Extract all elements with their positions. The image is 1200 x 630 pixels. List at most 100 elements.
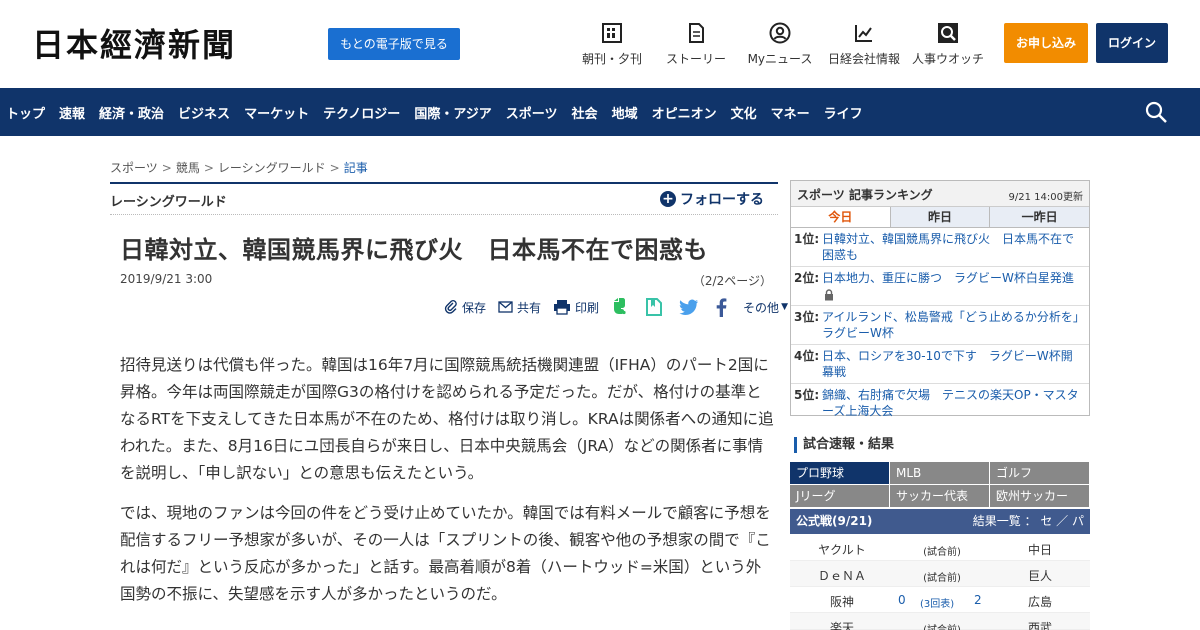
- game-row[interactable]: 阪神 0 (3回表) 2 広島: [790, 587, 1090, 613]
- tab-mlb[interactable]: MLB: [890, 462, 989, 484]
- article-headline: 日韓対立、韓国競馬界に飛び火 日本馬不在で困惑も: [120, 236, 708, 264]
- game-status: (試合前): [923, 547, 961, 558]
- game-row[interactable]: ヤクルト (試合前) 中日: [790, 535, 1090, 561]
- games-tabs: プロ野球 MLB ゴルフ Jリーグ サッカー代表 欧州サッカー: [790, 462, 1090, 508]
- breadcrumb: スポーツ > 競馬 > レーシングワールド > 記事: [110, 159, 368, 176]
- search-icon[interactable]: [1144, 100, 1168, 124]
- follow-button[interactable]: + フォローする: [660, 189, 764, 209]
- ranking-link[interactable]: アイルランド、松島警戒「どう止めるか分析を」 ラグビーW杯: [822, 310, 1091, 340]
- main-nav: トップ 速報 経済・政治 ビジネス マーケット テクノロジー 国際・アジア スポ…: [0, 88, 1200, 136]
- results-list-link[interactable]: 結果一覧 ： セ ／ パ: [973, 509, 1084, 534]
- nav-item-life[interactable]: ライフ: [824, 103, 863, 122]
- paper-version-button[interactable]: もとの電子版で見る: [328, 28, 460, 60]
- breadcrumb-item[interactable]: レーシングワールド: [218, 161, 326, 175]
- nav-item-sports[interactable]: スポーツ: [506, 103, 558, 122]
- home-score: 0: [898, 593, 906, 607]
- breadcrumb-item[interactable]: スポーツ: [110, 161, 158, 175]
- games-bar: 公式戦(9/21) 結果一覧 ： セ ／ パ: [790, 509, 1090, 534]
- home-team: ヤクルト: [818, 543, 866, 557]
- nav-item-regional[interactable]: 地域: [612, 103, 638, 122]
- tool-label: ストーリー: [665, 52, 726, 66]
- away-team: 広島: [1027, 595, 1052, 609]
- nav-item-culture[interactable]: 文化: [731, 103, 757, 122]
- ranking-item[interactable]: 4位: 日本、ロシアを30-10で下す ラグビーW杯開幕戦: [791, 345, 1089, 384]
- home-team: 阪神: [829, 595, 854, 609]
- share-button[interactable]: 共有: [498, 299, 541, 316]
- more-label: その他: [743, 300, 780, 315]
- share-toolbar: 保存 共有 印刷 その他 ▼: [444, 296, 800, 318]
- game-row[interactable]: 楽天 (試合前) 西武: [790, 613, 1090, 630]
- tool-my-news[interactable]: Myニュース: [744, 22, 816, 67]
- home-team: ＤｅＮＡ: [817, 569, 866, 583]
- ranking-item[interactable]: 1位: 日韓対立、韓国競馬界に飛び火 日本馬不在で困惑も: [791, 228, 1089, 267]
- ranking-item[interactable]: 3位: アイルランド、松島警戒「どう止めるか分析を」 ラグビーW杯: [791, 306, 1091, 345]
- section-title[interactable]: レーシングワールド: [110, 191, 227, 210]
- bookmark-button[interactable]: [645, 297, 667, 317]
- away-team: 中日: [1027, 543, 1052, 557]
- nav-item-economy-politics[interactable]: 経済・政治: [99, 103, 164, 122]
- more-share-button[interactable]: その他 ▼: [743, 299, 788, 316]
- chart-icon: [855, 25, 872, 42]
- ranking-link[interactable]: 日本、ロシアを30-10で下す ラグビーW杯開幕戦: [822, 349, 1073, 379]
- away-score: 2: [974, 593, 982, 607]
- tab-pro-baseball[interactable]: プロ野球: [790, 462, 889, 484]
- nav-item-technology[interactable]: テクノロジー: [323, 103, 400, 122]
- away-team: 西武: [1027, 621, 1052, 630]
- ranking-item[interactable]: 5位: 錦織、右肘痛で欠場 テニスの楽天OP・マスターズ上海大会: [791, 384, 1089, 422]
- search-person-icon: [938, 23, 958, 43]
- tool-label: Myニュース: [747, 52, 813, 66]
- evernote-icon: [614, 298, 626, 315]
- tab-jleague[interactable]: Jリーグ: [790, 485, 889, 507]
- breadcrumb-current[interactable]: 記事: [344, 161, 368, 175]
- tool-personnel-watch[interactable]: 人事ウオッチ: [910, 22, 986, 67]
- ranking-link[interactable]: 日本地力、重圧に勝つ ラグビーW杯白星発進: [822, 271, 1074, 285]
- twitter-icon: [679, 299, 699, 315]
- twitter-button[interactable]: [679, 299, 703, 316]
- ranking-header: スポーツ 記事ランキング 9/21 14:00更新: [791, 181, 1089, 207]
- subscribe-button[interactable]: お申し込み: [1004, 23, 1088, 63]
- ranking-link[interactable]: 日韓対立、韓国競馬界に飛び火 日本馬不在で困惑も: [822, 232, 1074, 262]
- mail-icon: [498, 301, 513, 313]
- ranking-updated: 9/21 14:00更新: [1008, 192, 1083, 203]
- ranking-box: スポーツ 記事ランキング 9/21 14:00更新 今日 昨日 一昨日 1位: 日…: [790, 180, 1091, 418]
- bookmark-icon: [646, 298, 663, 316]
- nav-item-opinion[interactable]: オピニオン: [652, 103, 717, 122]
- evernote-button[interactable]: [611, 297, 633, 317]
- login-button[interactable]: ログイン: [1096, 23, 1168, 63]
- facebook-icon: [716, 297, 727, 317]
- tool-label: 人事ウオッチ: [911, 52, 984, 66]
- tab-golf[interactable]: ゴルフ: [990, 462, 1089, 484]
- nav-item-society[interactable]: 社会: [572, 103, 598, 122]
- games-date-label: 公式戦(9/21): [796, 514, 873, 528]
- facebook-button[interactable]: [715, 297, 731, 317]
- nav-item-international[interactable]: 国際・アジア: [414, 103, 491, 122]
- ranking-tabs: 今日 昨日 一昨日: [791, 207, 1090, 228]
- tool-company-info[interactable]: 日経会社情報: [826, 22, 902, 67]
- tool-story[interactable]: ストーリー: [664, 22, 728, 67]
- nav-item-business[interactable]: ビジネス: [178, 103, 230, 122]
- ranking-item[interactable]: 2位: 日本地力、重圧に勝つ ラグビーW杯白星発進: [791, 267, 1089, 306]
- tab-today[interactable]: 今日: [791, 207, 891, 227]
- tab-euro-soccer[interactable]: 欧州サッカー: [990, 485, 1089, 507]
- tab-yesterday[interactable]: 昨日: [890, 207, 991, 227]
- game-row[interactable]: ＤｅＮＡ (試合前) 巨人: [790, 561, 1090, 587]
- ranking-number: 1位:: [794, 232, 820, 246]
- ranking-link[interactable]: 錦織、右肘痛で欠場 テニスの楽天OP・マスターズ上海大会: [822, 388, 1079, 418]
- nav-item-money[interactable]: マネー: [771, 103, 810, 122]
- game-status: (試合前): [894, 621, 990, 630]
- save-button[interactable]: 保存: [444, 299, 486, 316]
- nav-item-top[interactable]: トップ: [6, 103, 45, 122]
- print-button[interactable]: 印刷: [553, 299, 599, 316]
- lock-icon: [825, 288, 833, 300]
- nav-item-market[interactable]: マーケット: [244, 103, 309, 122]
- tab-soccer-national[interactable]: サッカー代表: [890, 485, 989, 507]
- tab-day-before[interactable]: 一昨日: [990, 207, 1090, 227]
- article-paragraph: 招待見送りは代償も伴った。韓国は16年7月に国際競馬統括機関連盟（IFHA）のパ…: [120, 356, 774, 482]
- tool-label: 朝刊・夕刊: [581, 52, 642, 66]
- tool-morning-evening[interactable]: 朝刊・夕刊: [580, 22, 644, 67]
- user-icon: [769, 22, 791, 44]
- breadcrumb-item[interactable]: 競馬: [176, 161, 200, 175]
- nav-item-breaking[interactable]: 速報: [59, 103, 85, 122]
- plus-icon: +: [660, 191, 676, 207]
- site-logo[interactable]: 日本經濟新聞: [32, 26, 236, 64]
